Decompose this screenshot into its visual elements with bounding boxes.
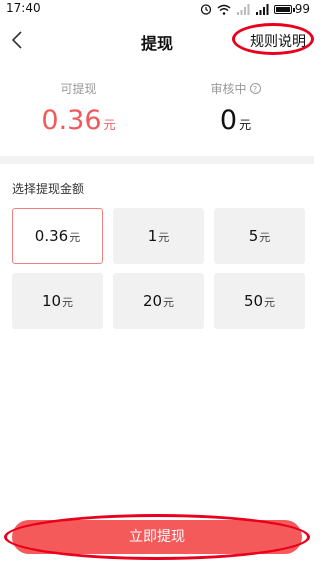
reviewing-value: 0	[219, 105, 238, 136]
alarm-icon	[200, 4, 211, 15]
status-time: 17:40	[6, 1, 41, 15]
amount-unit: 元	[264, 296, 276, 309]
amount-option-50[interactable]: 50元	[214, 273, 305, 329]
amount-value: 5	[248, 227, 259, 245]
amount-unit: 元	[62, 296, 74, 309]
withdrawable-value: 0.36	[41, 105, 102, 136]
help-icon[interactable]: ?	[249, 83, 261, 94]
signal-icon-2	[255, 3, 269, 15]
amount-unit: 元	[259, 231, 271, 244]
withdraw-now-button[interactable]: 立即提现	[12, 520, 302, 554]
amount-value: 10	[41, 292, 62, 310]
battery-indicator: 99	[273, 2, 310, 16]
section-divider	[0, 156, 314, 164]
signal-icon-1	[236, 3, 250, 15]
amount-value: 50	[243, 292, 264, 310]
amount-option-20[interactable]: 20元	[113, 273, 204, 329]
status-bar: 17:40 99	[0, 0, 314, 18]
amount-section-title: 选择提现金额	[12, 182, 85, 196]
reviewing-balance: 审核中 ? 0元	[157, 78, 314, 136]
header: 提现 规则说明	[0, 18, 314, 62]
reviewing-label: 审核中	[210, 82, 247, 96]
amount-option-0.36[interactable]: 0.36元	[12, 208, 103, 264]
battery-icon	[273, 4, 295, 14]
amount-option-10[interactable]: 10元	[12, 273, 103, 329]
withdrawable-label: 可提现	[60, 82, 97, 96]
withdrawable-unit: 元	[103, 118, 116, 132]
amount-unit: 元	[163, 296, 175, 309]
amount-value: 0.36	[34, 227, 69, 245]
battery-level: 99	[294, 2, 310, 16]
balance-summary: 可提现 0.36 元 审核中 ? 0元	[0, 78, 314, 148]
rules-link[interactable]: 规则说明	[250, 31, 306, 51]
reviewing-label-group: 审核中 ?	[210, 80, 261, 97]
amount-option-5[interactable]: 5元	[214, 208, 305, 264]
reviewing-unit: 元	[239, 118, 252, 132]
status-icons: 99	[200, 2, 310, 16]
amount-value: 1	[147, 227, 158, 245]
wifi-icon	[217, 4, 231, 15]
amount-value: 20	[142, 292, 163, 310]
withdrawable-balance: 可提现 0.36 元	[0, 78, 157, 136]
amount-unit: 元	[158, 231, 170, 244]
amount-option-1[interactable]: 1元	[113, 208, 204, 264]
amount-unit: 元	[69, 231, 81, 244]
